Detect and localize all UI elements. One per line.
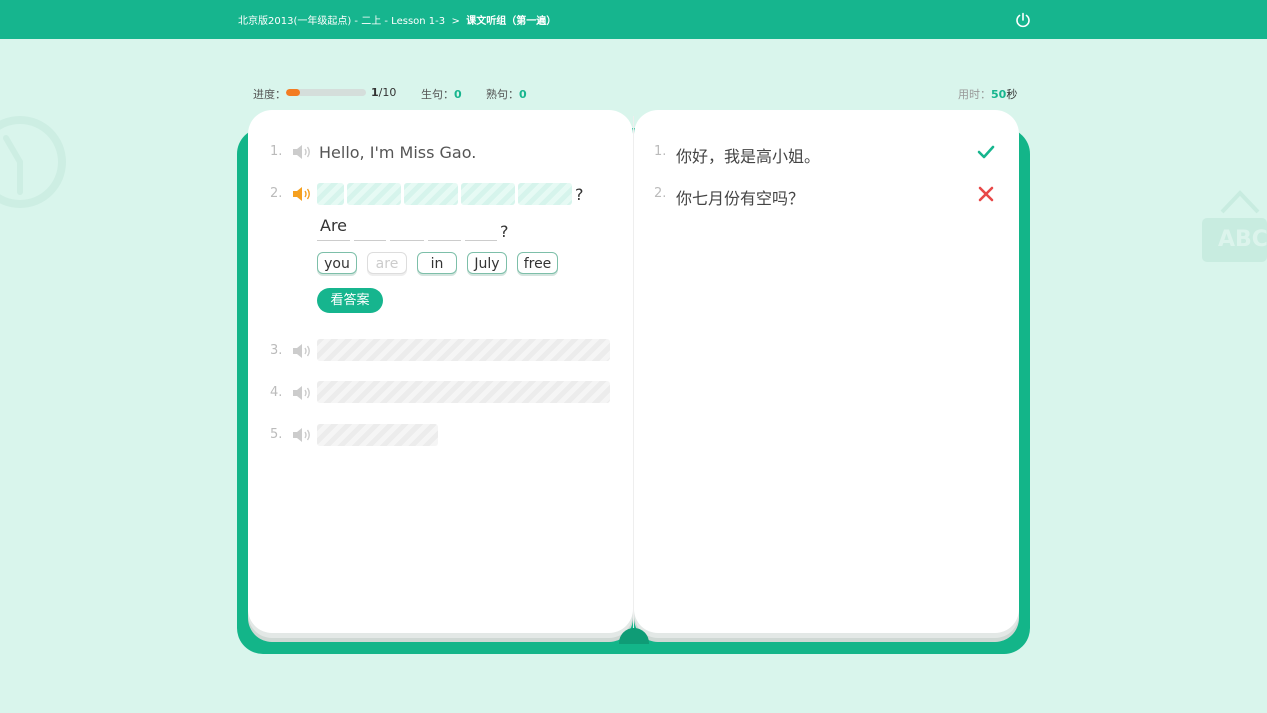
- item-number: 1.: [270, 144, 283, 159]
- word-chip-are[interactable]: are: [367, 252, 407, 274]
- progress-fill: [286, 89, 301, 96]
- progress-count: 1/10: [371, 86, 397, 99]
- word-slot: [461, 183, 515, 205]
- breadcrumb-path[interactable]: 北京版2013(一年级起点) - 二上 - Lesson 1-3: [238, 16, 445, 27]
- power-icon[interactable]: [1014, 11, 1032, 29]
- hidden-sentence: [317, 381, 610, 403]
- answer-blank[interactable]: [428, 240, 461, 241]
- progress-bar: [286, 89, 366, 96]
- item-number: 2.: [270, 186, 283, 201]
- speaker-icon[interactable]: [291, 343, 313, 359]
- translation-text: 你七月份有空吗？: [676, 189, 805, 208]
- word-chip-in[interactable]: in: [417, 252, 457, 274]
- word-chip-free[interactable]: free: [517, 252, 558, 274]
- word-slot: [317, 183, 344, 205]
- answer-blank[interactable]: [390, 240, 424, 241]
- breadcrumb-current: 课文听组（第一遍）: [466, 16, 557, 27]
- item-number: 5.: [270, 427, 283, 442]
- translation-number: 1.: [654, 144, 667, 159]
- time-stat: 用时：50秒: [958, 88, 1018, 101]
- hidden-sentence: [317, 424, 438, 446]
- hidden-sentence: [317, 339, 610, 361]
- item-number: 4.: [270, 385, 283, 400]
- see-answer-button[interactable]: 看答案: [317, 288, 383, 313]
- familiar-sentence-stat: 熟句：0: [486, 88, 527, 101]
- item-number: 3.: [270, 343, 283, 358]
- progress-label: 进度：: [253, 88, 286, 101]
- check-icon: [977, 145, 995, 159]
- breadcrumb: 北京版2013(一年级起点) - 二上 - Lesson 1-3 > 课文听组（…: [238, 12, 556, 27]
- cross-icon: [978, 186, 994, 202]
- word-chip-july[interactable]: July: [467, 252, 507, 274]
- answer-word: Are: [320, 216, 348, 235]
- abc-decoration: ABC: [1202, 185, 1267, 265]
- answer-blank[interactable]: [465, 240, 497, 241]
- word-chip-you[interactable]: you: [317, 252, 357, 274]
- speaker-icon[interactable]: [291, 385, 313, 401]
- top-bar: 北京版2013(一年级起点) - 二上 - Lesson 1-3 > 课文听组（…: [0, 0, 1267, 39]
- breadcrumb-separator: >: [451, 16, 460, 27]
- speaker-icon[interactable]: [291, 427, 313, 443]
- word-slot: [404, 183, 458, 205]
- speaker-active-icon[interactable]: [291, 186, 313, 202]
- word-slot: [518, 183, 572, 205]
- translation-text: 你好，我是高小姐。: [676, 147, 821, 166]
- translation-number: 2.: [654, 186, 667, 201]
- word-slot: [347, 183, 401, 205]
- question-mark: ?: [575, 185, 584, 204]
- speaker-icon[interactable]: [291, 144, 313, 160]
- sentence-text: Hello, I'm Miss Gao.: [319, 143, 477, 162]
- answer-question-mark: ?: [500, 222, 509, 241]
- answer-blank[interactable]: [354, 240, 386, 241]
- new-sentence-stat: 生句：0: [421, 88, 462, 101]
- clock-decoration-icon: [0, 116, 66, 208]
- answer-blank[interactable]: [317, 240, 350, 241]
- page-divider: [633, 116, 634, 628]
- abc-text: ABC: [1218, 227, 1267, 252]
